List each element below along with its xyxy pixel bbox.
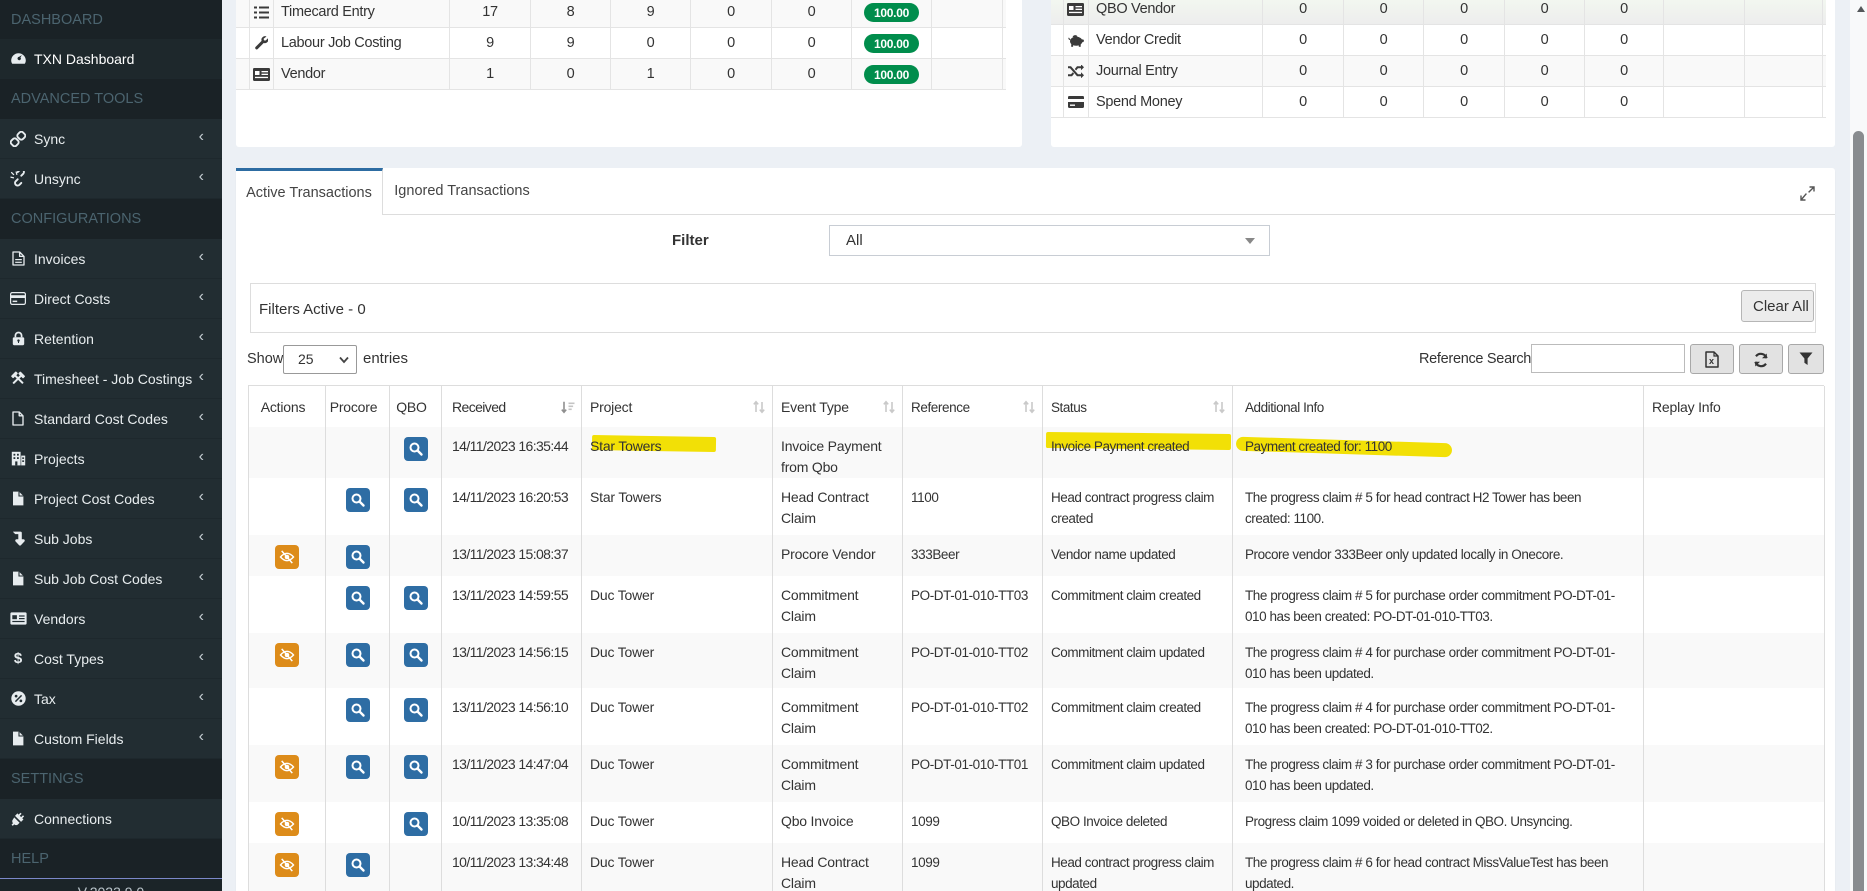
- svg-text:x: x: [1709, 356, 1714, 366]
